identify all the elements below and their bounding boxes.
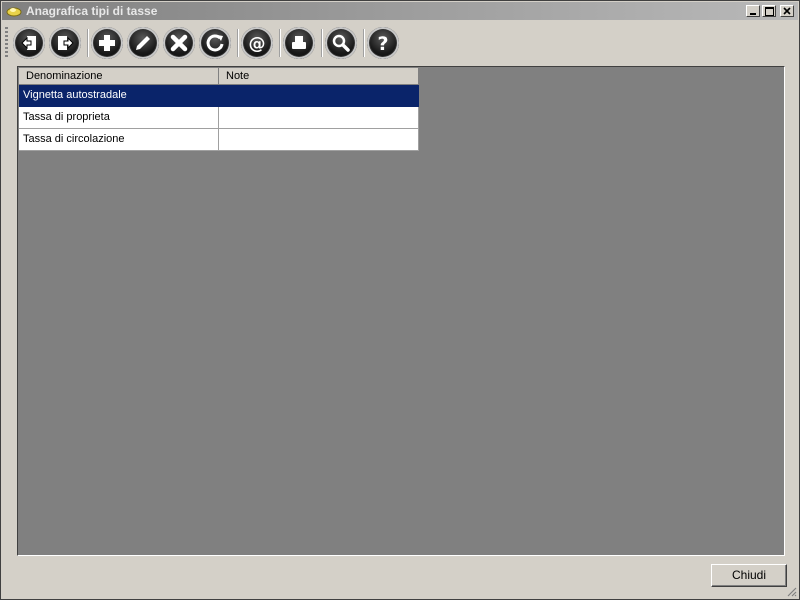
add-button[interactable] <box>91 27 123 59</box>
toolbar-grip[interactable] <box>5 27 8 59</box>
pencil-icon <box>136 36 150 50</box>
window-title: Anagrafica tipi di tasse <box>26 4 158 18</box>
toolbar-separator <box>321 29 322 57</box>
toolbar-separator <box>279 29 280 57</box>
car-app-icon <box>6 5 22 17</box>
table-row[interactable]: Tassa di proprieta <box>19 107 419 129</box>
edit-button[interactable] <box>127 27 159 59</box>
minimize-icon <box>750 13 756 15</box>
cell-denominazione[interactable]: Tassa di circolazione <box>19 129 219 151</box>
email-button[interactable]: @ <box>241 27 273 59</box>
title-bar[interactable]: Anagrafica tipi di tasse <box>2 2 798 20</box>
table-row[interactable]: Vignetta autostradale <box>19 85 419 107</box>
arrow-right-door-icon <box>58 36 74 50</box>
maximize-button[interactable] <box>762 5 776 17</box>
first-record-button[interactable] <box>13 27 45 59</box>
last-record-button[interactable] <box>49 27 81 59</box>
refresh-icon <box>206 34 224 52</box>
column-header-denominazione[interactable]: Denominazione <box>19 68 219 85</box>
maximize-icon <box>764 7 774 16</box>
refresh-button[interactable] <box>199 27 231 59</box>
svg-text:?: ? <box>377 33 388 55</box>
cell-note[interactable] <box>219 129 419 151</box>
search-icon <box>332 34 350 52</box>
grid-header: Denominazione Note <box>19 68 419 85</box>
tax-types-grid[interactable]: Denominazione Note Vignetta autostradale… <box>17 66 785 556</box>
close-button[interactable]: Chiudi <box>711 564 787 587</box>
search-button[interactable] <box>325 27 357 59</box>
x-icon <box>170 34 188 52</box>
plus-icon <box>99 35 115 51</box>
toolbar-separator <box>87 29 88 57</box>
column-header-note[interactable]: Note <box>219 68 419 85</box>
close-window-button[interactable] <box>780 5 794 17</box>
print-icon <box>292 36 306 49</box>
help-button[interactable]: ? <box>367 27 399 59</box>
arrow-left-door-icon <box>21 36 36 50</box>
minimize-button[interactable] <box>746 5 760 17</box>
app-window: Anagrafica tipi di tasse @ ? Denominazio… <box>0 0 800 600</box>
cell-note[interactable] <box>219 85 419 107</box>
delete-button[interactable] <box>163 27 195 59</box>
toolbar: @ ? <box>5 23 795 63</box>
resize-grip-icon[interactable] <box>785 585 797 597</box>
at-icon: @ <box>249 34 266 54</box>
cell-denominazione[interactable]: Vignetta autostradale <box>19 85 219 107</box>
question-icon: ? <box>377 33 388 55</box>
toolbar-separator <box>237 29 238 57</box>
cell-note[interactable] <box>219 107 419 129</box>
svg-text:@: @ <box>249 34 266 54</box>
table-row[interactable]: Tassa di circolazione <box>19 129 419 151</box>
close-icon <box>783 7 791 15</box>
toolbar-separator <box>363 29 364 57</box>
print-button[interactable] <box>283 27 315 59</box>
cell-denominazione[interactable]: Tassa di proprieta <box>19 107 219 129</box>
